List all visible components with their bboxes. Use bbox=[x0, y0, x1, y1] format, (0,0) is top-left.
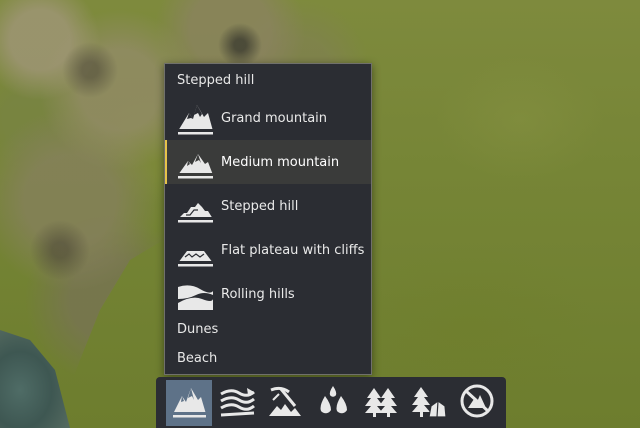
medium-mountain-icon bbox=[175, 145, 215, 179]
menu-item-medium-mountain[interactable]: Medium mountain bbox=[165, 140, 371, 184]
terrain-mountain-icon bbox=[171, 384, 207, 422]
flat-plateau-icon bbox=[175, 233, 215, 267]
menu-item-flat-plateau[interactable]: Flat plateau with cliffs bbox=[165, 228, 371, 272]
menu-item-grand-mountain[interactable]: Grand mountain bbox=[165, 96, 371, 140]
menu-item-stepped-hill[interactable]: Stepped hill bbox=[165, 184, 371, 228]
tool-terrain-mountain[interactable] bbox=[166, 380, 212, 426]
no-mountain-icon bbox=[459, 383, 495, 423]
menu-item-label: Rolling hills bbox=[221, 286, 295, 302]
stepped-hill-icon bbox=[175, 189, 215, 223]
terrain-smooth-icon bbox=[219, 384, 255, 422]
menu-header[interactable]: Stepped hill bbox=[177, 73, 254, 88]
trees-rocks-icon bbox=[411, 384, 447, 422]
rolling-hills-icon bbox=[175, 277, 215, 311]
tool-excavate[interactable] bbox=[262, 380, 308, 426]
tool-no-mountain[interactable] bbox=[454, 380, 500, 426]
terrain-toolbar bbox=[156, 377, 506, 428]
tool-trees-rocks[interactable] bbox=[406, 380, 452, 426]
tool-forest[interactable] bbox=[358, 380, 404, 426]
forest-icon bbox=[363, 384, 399, 422]
menu-item-label: Stepped hill bbox=[221, 198, 299, 214]
menu-item-label: Flat plateau with cliffs bbox=[221, 242, 365, 258]
excavate-icon bbox=[267, 384, 303, 422]
terrain-type-menu: Stepped hill Grand mountain Medium mount… bbox=[164, 63, 372, 375]
water-drops-icon bbox=[315, 384, 351, 422]
menu-item-label: Grand mountain bbox=[221, 110, 328, 126]
menu-item-rolling-hills[interactable]: Rolling hills bbox=[165, 272, 371, 316]
tool-terrain-smooth[interactable] bbox=[214, 380, 260, 426]
menu-item-label: Medium mountain bbox=[221, 154, 340, 170]
terrain-viewport[interactable]: Stepped hill Grand mountain Medium mount… bbox=[0, 0, 640, 428]
grand-mountain-icon bbox=[175, 101, 215, 135]
tool-water[interactable] bbox=[310, 380, 356, 426]
menu-item-beach[interactable]: Beach bbox=[177, 351, 217, 366]
menu-item-dunes[interactable]: Dunes bbox=[177, 322, 218, 337]
